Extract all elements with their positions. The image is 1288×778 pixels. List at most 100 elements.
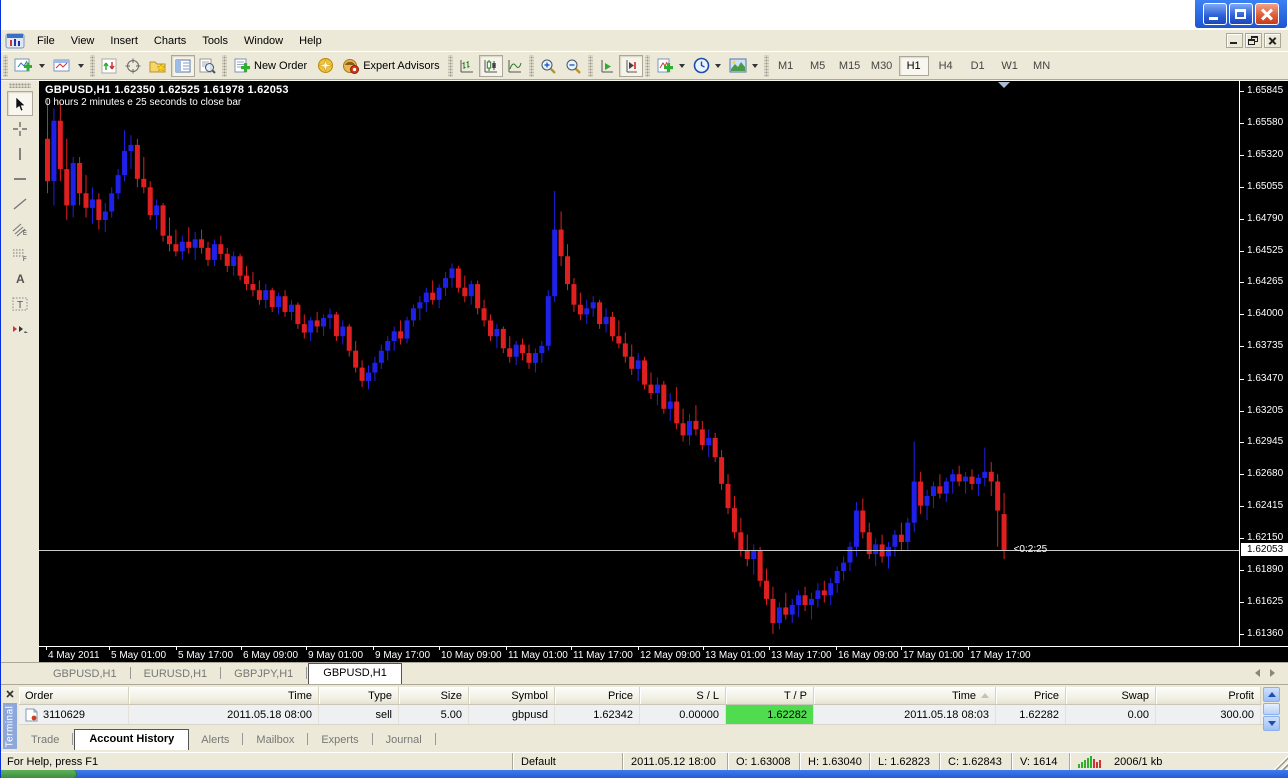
metaeditor-button[interactable] bbox=[313, 55, 338, 77]
menu-window[interactable]: Window bbox=[236, 32, 291, 50]
timeframe-m30-button[interactable]: M30 bbox=[867, 56, 897, 76]
equidistant-channel-tool[interactable]: E bbox=[7, 216, 33, 241]
indicators-button[interactable] bbox=[652, 55, 689, 77]
menu-view[interactable]: View bbox=[63, 32, 103, 50]
text-tool[interactable]: A bbox=[7, 266, 33, 291]
terminal-close-button[interactable] bbox=[4, 688, 16, 700]
scroll-down-icon[interactable] bbox=[1263, 716, 1280, 731]
zoom-in-button[interactable] bbox=[536, 55, 561, 77]
terminal-tab-experts[interactable]: Experts bbox=[309, 731, 370, 750]
menu-file[interactable]: File bbox=[29, 32, 63, 50]
chart-tab-gbpusd-h1[interactable]: GBPUSD,H1 bbox=[308, 663, 402, 684]
toolbar-grip[interactable] bbox=[222, 55, 227, 77]
toolbar-grip[interactable] bbox=[9, 83, 31, 88]
timeframe-h1-button[interactable]: H1 bbox=[899, 56, 929, 76]
column-header-swap[interactable]: Swap bbox=[1066, 687, 1156, 705]
menu-charts[interactable]: Charts bbox=[146, 32, 194, 50]
navigator-button[interactable] bbox=[145, 55, 171, 77]
toolbar-grip[interactable] bbox=[3, 55, 8, 77]
resize-grip[interactable] bbox=[1273, 754, 1288, 770]
menu-tools[interactable]: Tools bbox=[194, 32, 236, 50]
timeframe-h4-button[interactable]: H4 bbox=[931, 56, 961, 76]
auto-scroll-button[interactable] bbox=[595, 55, 619, 77]
data-window-button[interactable] bbox=[121, 55, 145, 77]
column-header-price[interactable]: Price bbox=[555, 687, 640, 705]
mdi-close-button[interactable] bbox=[1264, 33, 1281, 48]
menu-insert[interactable]: Insert bbox=[102, 32, 146, 50]
column-header-time[interactable]: Time bbox=[129, 687, 319, 705]
time-axis-label: 17 May 01:00 bbox=[903, 650, 964, 661]
timeframe-m15-button[interactable]: M15 bbox=[835, 56, 865, 76]
terminal-scrollbar[interactable] bbox=[1263, 687, 1280, 731]
start-button-fragment[interactable] bbox=[1, 770, 77, 778]
fibonacci-tool[interactable]: F bbox=[7, 241, 33, 266]
bar-chart-button[interactable] bbox=[455, 55, 479, 77]
chart-canvas[interactable]: GBPUSD,H1 1.62350 1.62525 1.61978 1.6205… bbox=[39, 81, 1239, 646]
crosshair-tool[interactable] bbox=[7, 116, 33, 141]
terminal-tab-alerts[interactable]: Alerts bbox=[189, 731, 241, 750]
column-header-type[interactable]: Type bbox=[319, 687, 399, 705]
minimize-window-button[interactable] bbox=[1203, 3, 1227, 25]
terminal-tab-trade[interactable]: Trade bbox=[19, 731, 71, 750]
text-label-tool[interactable]: T bbox=[7, 291, 33, 316]
menu-help[interactable]: Help bbox=[291, 32, 330, 50]
column-header-time[interactable]: Time bbox=[814, 687, 996, 705]
chart-tab-gbpjpy-h1[interactable]: GBPJPY,H1 bbox=[222, 665, 305, 684]
chart-tab-gbpusd-h1[interactable]: GBPUSD,H1 bbox=[41, 665, 129, 684]
column-header-profit[interactable]: Profit bbox=[1156, 687, 1261, 705]
close-window-button[interactable] bbox=[1255, 3, 1279, 25]
horizontal-line-tool[interactable] bbox=[7, 166, 33, 191]
timeframe-d1-button[interactable]: D1 bbox=[963, 56, 993, 76]
column-header-tp[interactable]: T / P bbox=[726, 687, 814, 705]
status-profile[interactable]: Default bbox=[512, 753, 622, 771]
scroll-tabs-left-icon[interactable] bbox=[1255, 669, 1260, 677]
terminal-tab-journal[interactable]: Journal bbox=[374, 731, 434, 750]
column-header-symbol[interactable]: Symbol bbox=[469, 687, 555, 705]
sort-ascending-icon bbox=[981, 693, 989, 698]
periods-button[interactable] bbox=[689, 55, 725, 77]
chart-tab-eurusd-h1[interactable]: EURUSD,H1 bbox=[132, 665, 220, 684]
candlestick-chart-icon bbox=[483, 58, 499, 74]
profiles-button[interactable] bbox=[49, 55, 88, 77]
scroll-up-icon[interactable] bbox=[1263, 687, 1280, 702]
table-row[interactable]: 31106292011.05.18 08:00sell5.00gbpusd1.6… bbox=[19, 705, 1263, 725]
candlestick-chart-button[interactable] bbox=[479, 55, 503, 77]
new-chart-button[interactable] bbox=[10, 55, 49, 77]
toolbar-grip[interactable] bbox=[764, 55, 769, 77]
templates-button[interactable] bbox=[725, 55, 762, 77]
column-header-size[interactable]: Size bbox=[399, 687, 469, 705]
column-header-order[interactable]: Order bbox=[19, 687, 129, 705]
expert-advisors-button[interactable]: Expert Advisors bbox=[338, 55, 445, 77]
price-tick bbox=[1240, 123, 1244, 124]
mdi-restore-button[interactable] bbox=[1245, 33, 1262, 48]
toolbar-grip[interactable] bbox=[90, 55, 95, 77]
scrollbar-thumb[interactable] bbox=[1263, 703, 1280, 715]
timeframe-mn-button[interactable]: MN bbox=[1027, 56, 1057, 76]
zoom-out-button[interactable] bbox=[561, 55, 586, 77]
scroll-tabs-right-icon[interactable] bbox=[1270, 669, 1275, 677]
timeframe-w1-button[interactable]: W1 bbox=[995, 56, 1025, 76]
toolbar-grip[interactable] bbox=[529, 55, 534, 77]
terminal-tab-account-history[interactable]: Account History bbox=[74, 729, 189, 750]
cursor-tool[interactable] bbox=[7, 91, 33, 116]
new-order-button[interactable]: New Order bbox=[229, 55, 313, 77]
strategy-tester-button[interactable] bbox=[195, 55, 220, 77]
timeframe-m5-button[interactable]: M5 bbox=[803, 56, 833, 76]
column-header-price[interactable]: Price bbox=[996, 687, 1066, 705]
arrows-tool[interactable] bbox=[7, 316, 33, 341]
mdi-minimize-button[interactable] bbox=[1226, 33, 1243, 48]
market-watch-button[interactable] bbox=[97, 55, 121, 77]
chart-shift-button[interactable] bbox=[619, 55, 643, 77]
maximize-window-button[interactable] bbox=[1229, 3, 1253, 25]
column-header-sl[interactable]: S / L bbox=[640, 687, 726, 705]
trendline-tool[interactable] bbox=[7, 191, 33, 216]
toolbar-grip[interactable] bbox=[645, 55, 650, 77]
chart-shift-marker-icon[interactable] bbox=[998, 82, 1010, 88]
terminal-tab-mailbox[interactable]: Mailbox bbox=[244, 731, 306, 750]
line-chart-button[interactable] bbox=[503, 55, 527, 77]
toolbar-grip[interactable] bbox=[588, 55, 593, 77]
terminal-toggle-button[interactable] bbox=[171, 55, 195, 77]
vertical-line-tool[interactable] bbox=[7, 141, 33, 166]
timeframe-m1-button[interactable]: M1 bbox=[771, 56, 801, 76]
toolbar-grip[interactable] bbox=[448, 55, 453, 77]
